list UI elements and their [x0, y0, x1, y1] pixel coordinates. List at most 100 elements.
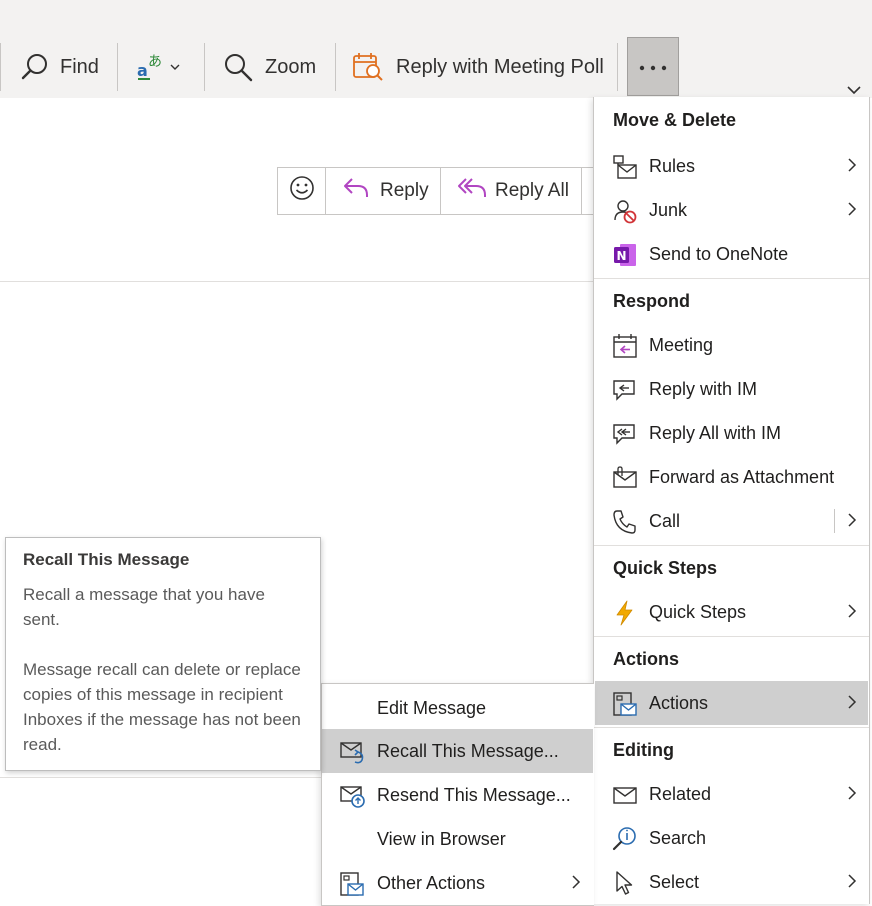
- lightning-icon: [612, 600, 638, 626]
- translate-button[interactable]: a あ: [136, 40, 180, 94]
- menu-item-label: Meeting: [649, 334, 714, 355]
- menu-item-search[interactable]: Search: [595, 816, 868, 860]
- chevron-right-icon: [571, 874, 581, 895]
- find-button[interactable]: Find: [20, 40, 99, 94]
- menu-item-label: Rules: [649, 155, 696, 176]
- reply-icon: [342, 176, 370, 206]
- menu-item-actions[interactable]: Actions: [595, 681, 868, 725]
- forward-attachment-icon: [612, 465, 638, 491]
- chevron-right-icon: [847, 785, 857, 806]
- emoji-button[interactable]: [278, 168, 326, 214]
- ribbon: Find a あ Zoom Reply with Meeting Poll: [0, 0, 872, 98]
- chevron-right-icon: [847, 201, 857, 222]
- find-icon: [20, 52, 50, 82]
- split-divider: [834, 509, 835, 533]
- zoom-label: Zoom: [265, 55, 317, 78]
- reply-with-meeting-poll-button[interactable]: Reply with Meeting Poll: [352, 40, 604, 94]
- menu-item-call[interactable]: Call: [595, 499, 868, 543]
- submenu-item-view-in-browser[interactable]: View in Browser: [322, 817, 593, 861]
- menu-item-label: Recall This Message...: [377, 740, 559, 761]
- meeting-icon: [612, 333, 638, 359]
- actions-submenu: Edit Message Recall This Message... Rese…: [321, 683, 594, 906]
- menu-item-label: Resend This Message...: [377, 784, 571, 805]
- submenu-item-recall-this-message[interactable]: Recall This Message...: [322, 729, 593, 773]
- rules-icon: [612, 154, 638, 180]
- reading-pane-divider: [0, 281, 593, 282]
- onenote-icon: N: [612, 242, 638, 268]
- ribbon-separator: [617, 43, 618, 91]
- svg-text:N: N: [617, 249, 627, 263]
- menu-item-forward-as-attachment[interactable]: Forward as Attachment: [595, 455, 868, 499]
- smiley-icon: [289, 175, 315, 207]
- menu-item-send-to-onenote[interactable]: N Send to OneNote: [595, 232, 868, 276]
- reply-label: Reply: [380, 180, 429, 201]
- chevron-right-icon: [847, 603, 857, 624]
- find-label: Find: [60, 55, 99, 78]
- menu-section-move-delete: Move & Delete: [613, 110, 737, 130]
- menu-separator: [594, 545, 869, 546]
- chevron-right-icon[interactable]: [847, 512, 857, 533]
- menu-separator: [594, 727, 869, 728]
- menu-item-meeting[interactable]: Meeting: [595, 323, 868, 367]
- search-icon: [612, 826, 638, 852]
- actions-icon: [612, 691, 638, 717]
- menu-item-related[interactable]: Related: [595, 772, 868, 816]
- other-actions-icon: [339, 871, 365, 897]
- translate-icon: a あ: [136, 52, 168, 82]
- menu-item-label: View in Browser: [377, 828, 506, 849]
- menu-section-quick-steps: Quick Steps: [613, 558, 718, 578]
- menu-item-select[interactable]: Select: [595, 860, 868, 904]
- reading-pane-divider: [0, 777, 321, 778]
- recall-message-tooltip: Recall This Message Recall a message tha…: [5, 537, 321, 771]
- reply-all-im-icon: [612, 421, 638, 447]
- chevron-down-icon: [170, 63, 180, 71]
- tooltip-details: Message recall can delete or replace cop…: [23, 660, 301, 754]
- svg-text:a: a: [137, 61, 148, 80]
- phone-icon: [612, 509, 638, 535]
- svg-text:あ: あ: [148, 54, 162, 70]
- menu-item-rules[interactable]: Rules: [595, 144, 868, 188]
- menu-item-label: Forward as Attachment: [649, 466, 835, 487]
- submenu-item-resend-this-message[interactable]: Resend This Message...: [322, 773, 593, 817]
- resend-icon: [339, 783, 365, 809]
- zoom-button[interactable]: Zoom: [223, 40, 316, 94]
- response-bar: Reply Reply All: [277, 167, 597, 215]
- more-commands-button[interactable]: [627, 37, 679, 96]
- menu-section-actions: Actions: [613, 649, 680, 669]
- menu-item-quick-steps[interactable]: Quick Steps: [595, 590, 868, 634]
- menu-separator: [594, 278, 869, 279]
- related-icon: [612, 782, 638, 808]
- menu-separator: [594, 636, 869, 637]
- tooltip-description: Recall a message that you have sent.: [23, 585, 265, 629]
- menu-item-reply-with-im[interactable]: Reply with IM: [595, 367, 868, 411]
- reply-button[interactable]: Reply: [326, 168, 441, 214]
- reply-all-icon: [457, 176, 487, 206]
- menu-item-label: Reply with IM: [649, 378, 758, 399]
- ribbon-separator: [0, 43, 1, 91]
- menu-item-junk[interactable]: Junk: [595, 188, 868, 232]
- ribbon-separator: [204, 43, 205, 91]
- meeting-poll-label: Reply with Meeting Poll: [396, 55, 604, 78]
- reply-im-icon: [612, 377, 638, 403]
- meeting-poll-icon: [352, 51, 384, 83]
- more-commands-menu: Move & Delete Rules Junk N Send to OneNo…: [593, 97, 870, 904]
- reply-all-button[interactable]: Reply All: [441, 168, 582, 214]
- reply-all-label: Reply All: [495, 180, 569, 201]
- menu-item-label: Search: [649, 827, 707, 848]
- menu-item-label: Related: [649, 783, 712, 804]
- zoom-icon: [223, 52, 255, 82]
- menu-item-label: Other Actions: [377, 872, 486, 893]
- menu-section-editing: Editing: [613, 740, 674, 760]
- menu-item-label: Reply All with IM: [649, 422, 782, 443]
- menu-item-label: Call: [649, 510, 681, 531]
- menu-item-label: Edit Message: [377, 697, 487, 718]
- menu-section-respond: Respond: [613, 291, 691, 311]
- recall-icon: [339, 739, 365, 765]
- submenu-item-other-actions[interactable]: Other Actions: [322, 861, 593, 905]
- menu-item-reply-all-with-im[interactable]: Reply All with IM: [595, 411, 868, 455]
- menu-item-label: Actions: [649, 692, 709, 713]
- menu-item-label: Quick Steps: [649, 601, 747, 622]
- submenu-item-edit-message[interactable]: Edit Message: [322, 686, 593, 730]
- tooltip-title: Recall This Message: [23, 550, 190, 569]
- menu-item-label: Select: [649, 871, 700, 892]
